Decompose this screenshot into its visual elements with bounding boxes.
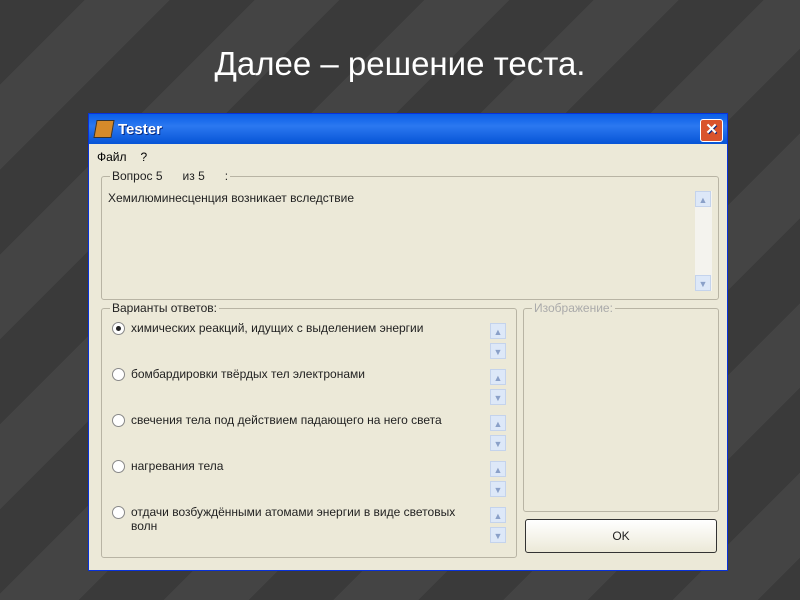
scroll-up-icon[interactable]: ▲ xyxy=(490,507,506,523)
radio-button[interactable] xyxy=(112,368,125,381)
app-icon xyxy=(93,120,115,138)
scroll-down-icon[interactable]: ▼ xyxy=(490,435,506,451)
answer-scroll[interactable]: ▲ ▼ xyxy=(490,323,506,359)
answers-legend: Варианты ответов: xyxy=(110,301,219,315)
slide-title: Далее – решение теста. xyxy=(214,45,586,82)
scroll-down-icon[interactable]: ▼ xyxy=(490,389,506,405)
scroll-up-icon[interactable]: ▲ xyxy=(490,461,506,477)
title-bar[interactable]: Tester ✕ xyxy=(89,114,727,144)
answer-label: бомбардировки твёрдых тел электронами xyxy=(131,367,365,381)
scroll-up-icon[interactable]: ▲ xyxy=(695,191,711,207)
answer-scroll[interactable]: ▲ ▼ xyxy=(490,507,506,543)
scroll-down-icon[interactable]: ▼ xyxy=(490,343,506,359)
menu-help[interactable]: ? xyxy=(141,150,148,164)
radio-button[interactable] xyxy=(112,460,125,473)
answer-option[interactable]: свечения тела под действием падающего на… xyxy=(112,413,482,427)
answer-option[interactable]: отдачи возбуждёнными атомами энергии в в… xyxy=(112,505,482,533)
answer-scroll[interactable]: ▲ ▼ xyxy=(490,415,506,451)
answer-label: химических реакций, идущих с выделением … xyxy=(131,321,424,335)
scroll-down-icon[interactable]: ▼ xyxy=(490,481,506,497)
scroll-down-icon[interactable]: ▼ xyxy=(490,527,506,543)
question-text: Хемилюминесценция возникает вследствие xyxy=(108,191,355,205)
ok-button[interactable]: OK xyxy=(525,519,717,553)
answer-scroll[interactable]: ▲ ▼ xyxy=(490,461,506,497)
radio-button[interactable] xyxy=(112,414,125,427)
answer-label: нагревания тела xyxy=(131,459,224,473)
scroll-down-icon[interactable]: ▼ xyxy=(695,275,711,291)
image-legend: Изображение: xyxy=(532,301,615,315)
answer-option[interactable]: химических реакций, идущих с выделением … xyxy=(112,321,482,335)
answer-option[interactable]: нагревания тела xyxy=(112,459,482,473)
tester-window: Tester ✕ Файл ? Вопрос 5 из 5 : Хемилюми… xyxy=(88,113,728,571)
question-scrollbar[interactable]: ▲ ▼ xyxy=(695,191,712,291)
answer-option[interactable]: бомбардировки твёрдых тел электронами xyxy=(112,367,482,381)
question-group: Вопрос 5 из 5 : Хемилюминесценция возник… xyxy=(101,169,719,300)
menu-file[interactable]: Файл xyxy=(97,150,127,164)
answer-scroll[interactable]: ▲ ▼ xyxy=(490,369,506,405)
menu-bar: Файл ? xyxy=(97,150,147,164)
scroll-up-icon[interactable]: ▲ xyxy=(490,323,506,339)
answers-group: Варианты ответов: химических реакций, ид… xyxy=(101,301,517,558)
answer-label: отдачи возбуждёнными атомами энергии в в… xyxy=(131,505,456,533)
close-button[interactable]: ✕ xyxy=(700,119,723,142)
scroll-up-icon[interactable]: ▲ xyxy=(490,415,506,431)
radio-button[interactable] xyxy=(112,322,125,335)
radio-button[interactable] xyxy=(112,506,125,519)
window-title: Tester xyxy=(118,120,162,138)
scroll-up-icon[interactable]: ▲ xyxy=(490,369,506,385)
answer-label: свечения тела под действием падающего на… xyxy=(131,413,442,427)
image-group: Изображение: xyxy=(523,301,719,512)
question-legend: Вопрос 5 из 5 : xyxy=(110,169,231,183)
